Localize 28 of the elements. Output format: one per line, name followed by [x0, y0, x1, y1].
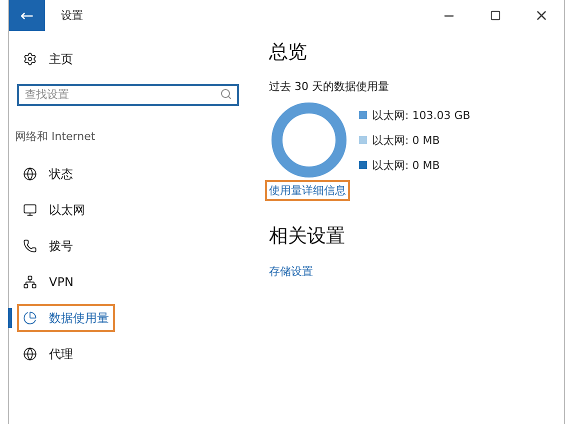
nav-item[interactable]: 代理	[17, 340, 79, 368]
section-label: 网络和 Internet	[14, 129, 96, 145]
overview-heading: 总览	[269, 40, 307, 65]
phone-icon	[23, 239, 37, 253]
settings-icon	[23, 52, 37, 66]
pie-chart-icon	[23, 311, 37, 325]
nav-item[interactable]: 状态	[17, 160, 79, 188]
network-icon	[23, 275, 37, 289]
maximize-icon[interactable]	[490, 10, 500, 21]
back-button[interactable]: ←	[9, 0, 45, 31]
window-title: 设置	[61, 8, 84, 23]
nav-item[interactable]: VPN	[17, 268, 80, 296]
nav-item[interactable]: 拨号	[17, 232, 79, 260]
usage-details-link[interactable]: 使用量详细信息	[265, 180, 350, 201]
legend-label: 以太网: 103.03 GB	[372, 108, 470, 122]
globe-icon	[23, 347, 37, 361]
search-field[interactable]: 查找设置	[17, 84, 239, 106]
nav-item[interactable]: 以太网	[17, 196, 91, 224]
storage-settings-link[interactable]: 存储设置	[265, 261, 317, 282]
usage-subtitle: 过去 30 天的数据使用量	[269, 79, 389, 94]
legend-label: 以太网: 0 MB	[372, 132, 440, 148]
globe-icon	[23, 167, 37, 181]
monitor-icon	[23, 203, 37, 217]
nav-item[interactable]: 数据使用量	[17, 304, 115, 332]
legend-label: 以太网: 0 MB	[372, 158, 440, 172]
search-icon	[220, 88, 232, 100]
home-nav-item[interactable]: 主页	[17, 45, 79, 73]
related-settings-heading: 相关设置	[269, 224, 345, 249]
